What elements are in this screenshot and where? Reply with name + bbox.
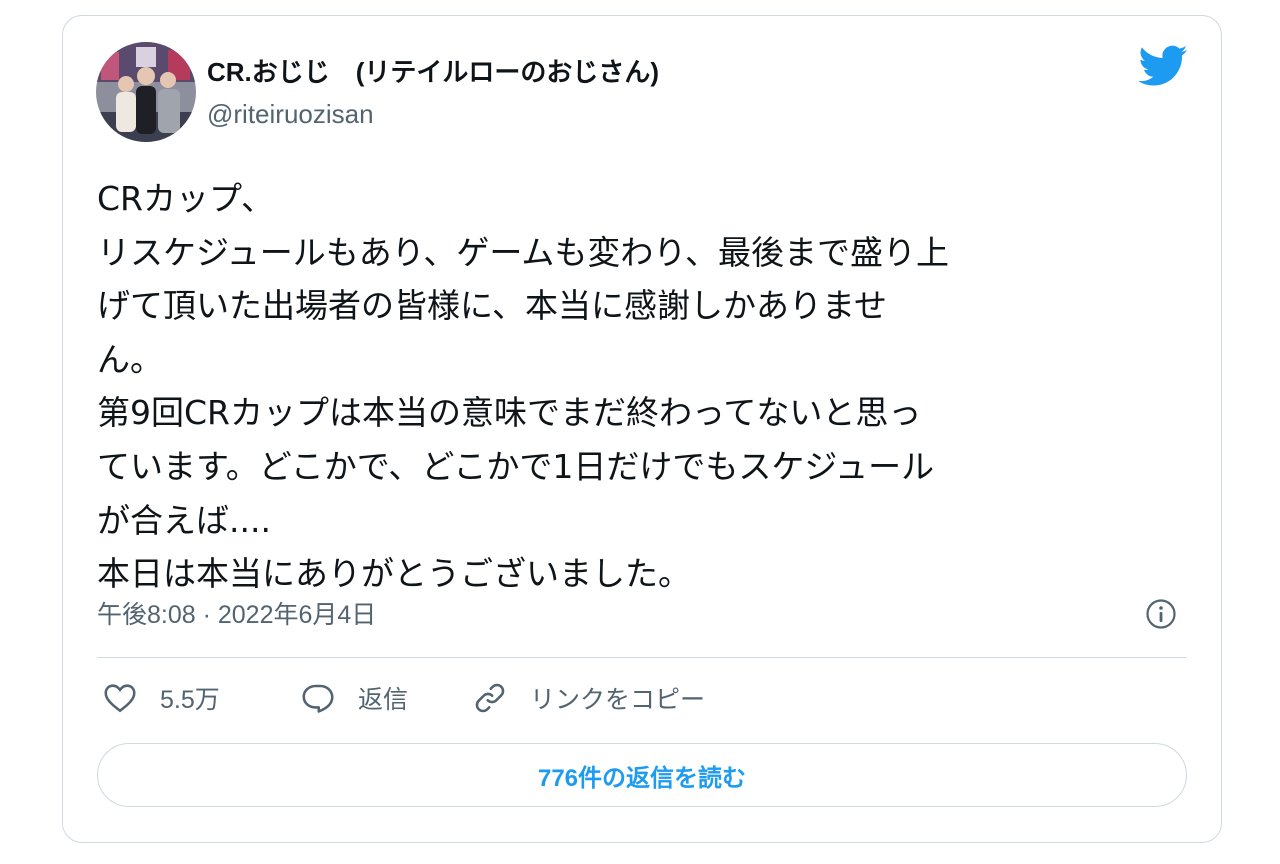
link-icon (475, 683, 505, 713)
heart-icon (104, 684, 136, 713)
like-count: 5.5万 (160, 686, 220, 714)
author-display-name[interactable]: CR.おじじ (リテイルローのおじさん) (207, 52, 659, 89)
reply-button[interactable]: 返信 (300, 678, 408, 718)
tweet-line: 第9回CRカップは本当の意味でまだ終わってないと思っ (97, 393, 922, 433)
author-handle[interactable]: @riteiruozisan (207, 99, 374, 130)
author-avatar[interactable] (96, 42, 196, 142)
copy-link-button[interactable]: リンクをコピー (472, 678, 705, 718)
tweet-line: が合えば.... (97, 500, 271, 540)
tweet-text: CRカップ、 リスケジュールもあり、ゲームも変わり、最後まで盛り上 げて頂いた出… (97, 172, 1207, 601)
read-replies-button[interactable]: 776件の返信を読む (97, 743, 1187, 807)
tweet-line: ん。 (97, 339, 163, 379)
tweet-line: げて頂いた出場者の皆様に、本当に感謝しかありませ (97, 286, 888, 326)
avatar-photo (96, 42, 196, 142)
info-icon[interactable] (1145, 598, 1177, 630)
reply-bubble-icon (302, 684, 334, 713)
tweet-line: リスケジュールもあり、ゲームも変わり、最後まで盛り上 (97, 232, 950, 272)
tweet-line: 本日は本当にありがとうございました。 (97, 554, 691, 594)
tweet-line: ています。どこかで、どこかで1日だけでもスケジュール (97, 446, 935, 486)
tweet-timestamp[interactable]: 午後8:08 · 2022年6月4日 (97, 595, 376, 631)
reply-label: 返信 (358, 686, 409, 714)
divider (97, 657, 1187, 658)
like-button[interactable]: 5.5万 (102, 678, 220, 718)
tweet-line: CRカップ、 (97, 179, 274, 218)
copy-link-label: リンクをコピー (530, 686, 706, 714)
twitter-bird-icon[interactable] (1138, 45, 1188, 87)
